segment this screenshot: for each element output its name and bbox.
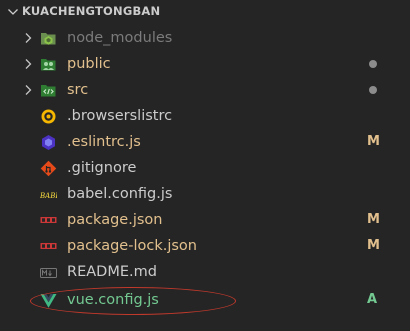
git-icon	[40, 160, 57, 177]
npm-icon	[40, 243, 57, 249]
vue-icon	[40, 294, 57, 308]
svg-text:BABEL: BABEL	[40, 192, 57, 200]
public-folder-icon	[41, 59, 56, 71]
tree-item-label: package.json	[67, 212, 163, 228]
markdown-icon	[40, 268, 57, 278]
tree-item-label: node_modules	[67, 30, 173, 46]
tree-item-label: .eslintrc.js	[67, 134, 141, 150]
tree-item-label: .gitignore	[67, 160, 137, 176]
git-status-badge: M	[367, 134, 380, 149]
tree-item-eslintrc[interactable]: .eslintrc.js M	[0, 129, 410, 155]
tree-item-package-lock-json[interactable]: package-lock.json M	[0, 233, 410, 259]
tree-item-public[interactable]: public	[0, 51, 410, 77]
tree-item-package-json[interactable]: package.json M	[0, 207, 410, 233]
chevron-right-icon	[25, 59, 32, 69]
tree-item-label: public	[67, 56, 111, 72]
chevron-right-icon	[25, 33, 32, 43]
tree-item-vue-config[interactable]: vue.config.js A	[0, 287, 410, 313]
tree-item-label: babel.config.js	[67, 186, 173, 202]
modified-dot-icon	[369, 86, 377, 94]
src-folder-icon	[41, 85, 56, 97]
git-status-badge: A	[367, 292, 378, 307]
tree-item-readme[interactable]: README.md	[0, 259, 410, 285]
npm-icon	[40, 217, 57, 223]
explorer-section-header[interactable]: KUACHENGTONGBAN	[0, 0, 410, 24]
modified-dot-icon	[369, 60, 377, 68]
node-modules-folder-icon	[41, 33, 56, 45]
tree-item-label: package-lock.json	[67, 238, 197, 254]
git-status-badge: M	[367, 238, 380, 253]
tree-item-label: .browserslistrc	[67, 108, 173, 124]
git-status-badge: M	[367, 212, 380, 227]
tree-item-label: src	[67, 82, 89, 98]
browserslist-icon	[41, 109, 56, 124]
tree-item-browserslistrc[interactable]: .browserslistrc	[0, 103, 410, 129]
tree-item-gitignore[interactable]: .gitignore	[0, 155, 410, 181]
babel-icon: BABEL	[40, 192, 57, 200]
chevron-down-icon	[8, 9, 18, 15]
tree-item-label: README.md	[67, 264, 157, 280]
eslint-icon	[42, 135, 55, 150]
tree-item-babel-config[interactable]: BABEL babel.config.js	[0, 181, 410, 207]
section-title: KUACHENGTONGBAN	[22, 4, 161, 18]
chevron-right-icon	[25, 85, 32, 95]
tree-item-label: vue.config.js	[67, 292, 159, 308]
tree-item-src[interactable]: src	[0, 77, 410, 103]
tree-item-node-modules[interactable]: node_modules	[0, 25, 410, 51]
